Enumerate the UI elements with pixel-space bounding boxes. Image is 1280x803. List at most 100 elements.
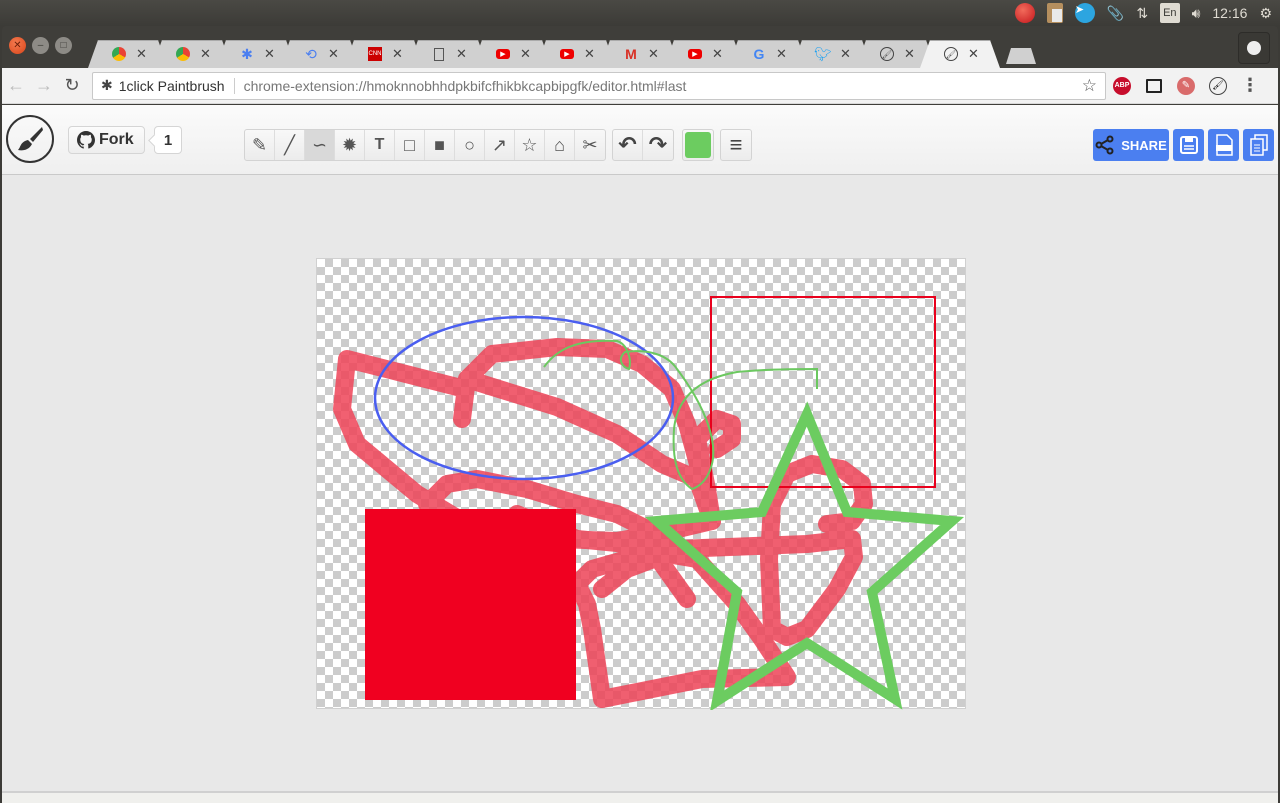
tab[interactable]: 🖌︎ Scr ✕	[920, 40, 1000, 68]
power-icon[interactable]: ⚙︎	[1259, 3, 1272, 23]
tool-arrow-button[interactable]: ↗	[485, 130, 515, 160]
record-icon[interactable]	[1014, 3, 1035, 23]
browser-window: ✕ – □ Sto ✕ 1cli ✕✱ Ext ✕⟲ His ✕CNN CN ✕…	[2, 26, 1278, 803]
window-maximize-button[interactable]: □	[55, 37, 72, 54]
paintbrush-extension-button[interactable]: 🖌︎	[1202, 76, 1234, 95]
current-color-swatch	[685, 132, 711, 158]
tab-close-button[interactable]: ✕	[648, 46, 659, 62]
tool-home-button[interactable]: ⌂	[545, 130, 575, 160]
paintbrush-logo-icon	[18, 127, 43, 151]
tool-text-button[interactable]: T	[365, 130, 395, 160]
brush-stroke	[458, 338, 721, 530]
pdf-icon	[1215, 134, 1233, 156]
fork-button[interactable]: Fork	[68, 126, 145, 154]
reload-button[interactable]: ↻	[58, 75, 86, 96]
browser-toolbar: ← → ↻ ✱ 1click Paintbrush chrome-extensi…	[2, 68, 1278, 104]
tab-close-button[interactable]: ✕	[456, 46, 467, 62]
profile-button[interactable]	[1238, 32, 1270, 64]
user-icon	[1247, 41, 1261, 55]
tab-close-button[interactable]: ✕	[200, 46, 211, 62]
fork-count[interactable]: 1	[154, 126, 182, 154]
tool-spray-button[interactable]: ✹	[335, 130, 365, 160]
window-close-button[interactable]: ✕	[9, 37, 26, 54]
back-button[interactable]: ←	[2, 75, 30, 96]
app-logo[interactable]	[6, 115, 54, 163]
redo-button[interactable]: ↷	[643, 130, 673, 160]
filled-rectangle-icon: ■	[434, 134, 445, 155]
drawing-canvas[interactable]	[316, 258, 967, 710]
chrome-store-icon	[112, 47, 126, 61]
redo-icon: ↷	[648, 132, 668, 157]
tool-crop-button[interactable]: ✂	[575, 130, 605, 160]
tab-close-button[interactable]: ✕	[840, 46, 851, 62]
youtube-icon: ▶	[496, 47, 510, 61]
clipboard-icon[interactable]	[1046, 3, 1063, 23]
line-width-button[interactable]: ≡	[721, 130, 751, 160]
tool-line-button[interactable]: ╱	[275, 130, 305, 160]
pdf-button[interactable]	[1208, 129, 1239, 161]
tab-close-button[interactable]: ✕	[392, 46, 403, 62]
ellipse-icon: ○	[464, 134, 475, 155]
tool-star-button[interactable]: ☆	[515, 130, 545, 160]
clock[interactable]: 12:16	[1212, 3, 1247, 23]
tab-close-button[interactable]: ✕	[904, 46, 915, 62]
url-text[interactable]: chrome-extension://hmoknnobhhdpkbifcfhik…	[244, 78, 1082, 94]
keyboard-layout-indicator[interactable]: En	[1160, 3, 1180, 23]
tab-close-button[interactable]: ✕	[328, 46, 339, 62]
adblock-extension-button[interactable]: ABP	[1106, 76, 1138, 95]
undo-button[interactable]: ↶	[613, 130, 643, 160]
tool-highlighter-button[interactable]: ✎	[245, 130, 275, 160]
tool-curve-button[interactable]: ∽	[305, 130, 335, 160]
copy-icon	[1249, 134, 1268, 156]
attachment-icon[interactable]: 📎	[1107, 3, 1124, 23]
divider	[233, 77, 235, 94]
fork-label: Fork	[99, 131, 134, 148]
tool-ellipse-button[interactable]: ○	[455, 130, 485, 160]
forward-button[interactable]: →	[30, 75, 58, 96]
puzzle-icon: ✱	[101, 77, 113, 93]
youtube-icon: ▶	[560, 47, 574, 61]
new-tab-button[interactable]	[1006, 48, 1036, 64]
tool-rectangle-button[interactable]: □	[395, 130, 425, 160]
highlighter-icon: ✎	[251, 134, 268, 155]
canvas-drawing[interactable]	[317, 259, 967, 710]
chrome-menu-button[interactable]: ⋮	[1234, 75, 1266, 96]
home-icon: ⌂	[554, 134, 565, 155]
spray-icon: ✹	[341, 134, 358, 155]
save-button[interactable]	[1173, 129, 1204, 161]
tab-close-button[interactable]: ✕	[776, 46, 787, 62]
volume-icon[interactable]: 🔊︎	[1192, 3, 1201, 23]
line-icon: ╱	[284, 134, 295, 155]
line-width-group: ≡	[720, 129, 752, 161]
bookmark-star-icon[interactable]: ☆	[1082, 76, 1097, 96]
colorpicker-extension-button[interactable]: ✎	[1170, 76, 1202, 95]
devices-icon	[1146, 78, 1162, 93]
address-bar[interactable]: ✱ 1click Paintbrush chrome-extension://h…	[92, 71, 1106, 100]
share-label: SHARE	[1121, 137, 1167, 153]
device-extension-button[interactable]	[1138, 78, 1170, 93]
undo-icon: ↶	[618, 132, 637, 157]
history-icon: ⟲	[305, 45, 317, 62]
tab-close-button[interactable]: ✕	[520, 46, 531, 62]
save-icon	[1179, 136, 1198, 154]
copy-button[interactable]	[1243, 129, 1274, 161]
chrome-store-icon	[176, 47, 190, 61]
tabs: Sto ✕ 1cli ✕✱ Ext ✕⟲ His ✕CNN CN ✕ 1cli …	[88, 40, 1036, 68]
tool-filled-rectangle-button[interactable]: ■	[425, 130, 455, 160]
telegram-icon[interactable]: ➤	[1074, 3, 1095, 23]
tab-close-button[interactable]: ✕	[264, 46, 275, 62]
tab-close-button[interactable]: ✕	[712, 46, 723, 62]
paintbrush-icon: 🖌︎	[944, 47, 958, 61]
window-minimize-button[interactable]: –	[32, 37, 49, 54]
network-icon[interactable]: ⇅	[1136, 3, 1148, 23]
gmail-icon: M	[625, 46, 637, 62]
tab-close-button[interactable]: ✕	[584, 46, 595, 62]
color-picker-button[interactable]	[683, 130, 713, 160]
abp-icon: ABP	[1113, 76, 1131, 95]
filled-rectangle-shape	[365, 509, 576, 700]
share-button[interactable]: SHARE	[1093, 129, 1169, 161]
twitter-icon: 🐦︎	[814, 45, 832, 62]
tab-close-button[interactable]: ✕	[968, 46, 979, 62]
tab-close-button[interactable]: ✕	[136, 46, 147, 62]
google-icon: G	[753, 46, 765, 62]
